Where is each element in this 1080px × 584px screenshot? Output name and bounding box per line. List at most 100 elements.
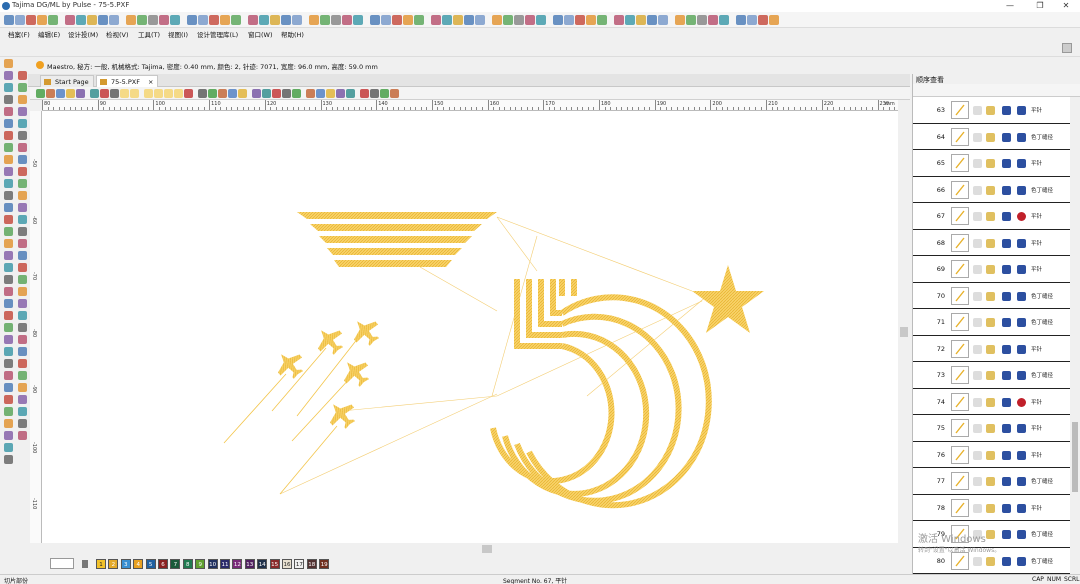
design-tool-icon[interactable] (76, 89, 85, 98)
scroll-thumb[interactable] (1072, 422, 1078, 492)
lock-icon[interactable] (986, 132, 995, 142)
toolbar-tool-icon[interactable] (37, 15, 47, 25)
trim-icon[interactable] (1017, 291, 1026, 301)
side-tool-icon[interactable] (18, 107, 27, 116)
side-tool-icon[interactable] (4, 131, 13, 140)
color-swatch-3[interactable]: 3 (120, 559, 131, 569)
delete-segment-icon[interactable] (1002, 397, 1011, 407)
toolbar-tool-icon[interactable] (614, 15, 624, 25)
side-tool-icon[interactable] (4, 71, 13, 80)
side-tool-icon[interactable] (4, 143, 13, 152)
tab-close-button[interactable]: × (148, 78, 153, 86)
view-toggle-icon[interactable] (973, 424, 982, 433)
side-tool-icon[interactable] (4, 407, 13, 416)
design-tool-icon[interactable] (198, 89, 207, 98)
design-tool-icon[interactable] (164, 89, 173, 98)
design-tool-icon[interactable] (346, 89, 355, 98)
side-tool-icon[interactable] (18, 383, 27, 392)
delete-segment-icon[interactable] (1002, 185, 1011, 195)
color-input[interactable] (50, 558, 74, 569)
tab-start-page[interactable]: Start Page (40, 75, 94, 87)
lock-icon[interactable] (986, 212, 995, 221)
toolbar-tool-icon[interactable] (109, 15, 119, 25)
design-tool-icon[interactable] (218, 89, 227, 98)
sequence-row[interactable]: 64 色丁缝径 (913, 123, 1071, 150)
sequence-row[interactable]: 66 色丁缝径 (913, 176, 1071, 203)
color-swatch-11[interactable]: 11 (220, 559, 230, 569)
side-tool-icon[interactable] (18, 299, 27, 308)
side-tool-icon[interactable] (4, 119, 13, 128)
side-tool-icon[interactable] (18, 215, 27, 224)
toolbar-tool-icon[interactable] (747, 15, 757, 25)
tab-design[interactable]: 75-5.PXF × (96, 75, 159, 87)
sequence-row[interactable]: 69 平针 (913, 256, 1071, 283)
toolbar-tool-icon[interactable] (464, 15, 474, 25)
sequence-row[interactable]: 76 平针 (913, 441, 1071, 468)
design-tool-icon[interactable] (272, 89, 281, 98)
delete-segment-icon[interactable] (1002, 106, 1011, 115)
design-tool-icon[interactable] (390, 89, 399, 98)
design-tool-icon[interactable] (228, 89, 237, 98)
side-tool-icon[interactable] (18, 83, 27, 92)
toolbar-tool-icon[interactable] (492, 15, 502, 25)
delete-segment-icon[interactable] (1002, 132, 1011, 142)
side-tool-icon[interactable] (4, 443, 13, 452)
toolbar-tool-icon[interactable] (198, 15, 208, 25)
panel-scrollbar[interactable] (1070, 97, 1080, 574)
toolbar-tool-icon[interactable] (353, 15, 363, 25)
toolbar-tool-icon[interactable] (292, 15, 302, 25)
toolbar-tool-icon[interactable] (514, 15, 524, 25)
design-tool-icon[interactable] (56, 89, 65, 98)
color-swatch-19[interactable]: 19 (319, 559, 330, 569)
side-tool-icon[interactable] (4, 275, 13, 284)
toolbar-tool-icon[interactable] (4, 15, 14, 25)
view-toggle-icon[interactable] (973, 185, 982, 195)
toolbar-tool-icon[interactable] (736, 15, 746, 25)
side-tool-icon[interactable] (4, 167, 13, 176)
color-swatch-5[interactable]: 5 (145, 559, 156, 569)
side-tool-icon[interactable] (18, 407, 27, 416)
design-tool-icon[interactable] (100, 89, 109, 98)
design-canvas[interactable] (42, 111, 898, 543)
lock-icon[interactable] (986, 424, 995, 433)
trim-icon[interactable] (1017, 503, 1026, 513)
design-tool-icon[interactable] (326, 89, 335, 98)
side-tool-icon[interactable] (4, 239, 13, 248)
toolbar-tool-icon[interactable] (475, 15, 485, 25)
side-tool-icon[interactable] (4, 59, 13, 68)
delete-segment-icon[interactable] (1002, 318, 1011, 327)
toolbar-tool-icon[interactable] (575, 15, 585, 25)
view-toggle-icon[interactable] (973, 291, 982, 301)
toolbar-tool-icon[interactable] (503, 15, 513, 25)
trim-icon[interactable] (1017, 371, 1026, 380)
view-toggle-icon[interactable] (973, 265, 982, 274)
lock-icon[interactable] (986, 344, 995, 354)
lock-icon[interactable] (986, 450, 995, 460)
delete-segment-icon[interactable] (1002, 344, 1011, 354)
menu-window[interactable]: 窗口(W) (248, 29, 273, 39)
trim-icon[interactable] (1017, 450, 1026, 460)
sequence-row[interactable]: 68 平针 (913, 229, 1071, 256)
stop-icon[interactable] (1017, 397, 1026, 407)
delete-segment-icon[interactable] (1002, 371, 1011, 380)
side-tool-icon[interactable] (4, 383, 13, 392)
side-tool-icon[interactable] (4, 251, 13, 260)
delete-segment-icon[interactable] (1002, 503, 1011, 513)
side-tool-icon[interactable] (4, 431, 13, 440)
view-toggle-icon[interactable] (973, 477, 982, 486)
side-tool-icon[interactable] (4, 299, 13, 308)
toolbar-tool-icon[interactable] (403, 15, 413, 25)
lock-icon[interactable] (986, 159, 995, 168)
toolbar-tool-icon[interactable] (281, 15, 291, 25)
side-tool-icon[interactable] (18, 131, 27, 140)
stop-icon[interactable] (1017, 212, 1026, 221)
toolbar-tool-icon[interactable] (320, 15, 330, 25)
side-tool-icon[interactable] (18, 287, 27, 296)
side-tool-icon[interactable] (4, 455, 13, 464)
color-swatch-13[interactable]: 13 (244, 559, 255, 569)
toolbar-tool-icon[interactable] (697, 15, 707, 25)
side-tool-icon[interactable] (4, 263, 13, 272)
toolbar-tool-icon[interactable] (414, 15, 424, 25)
lock-icon[interactable] (986, 477, 995, 486)
design-tool-icon[interactable] (262, 89, 271, 98)
